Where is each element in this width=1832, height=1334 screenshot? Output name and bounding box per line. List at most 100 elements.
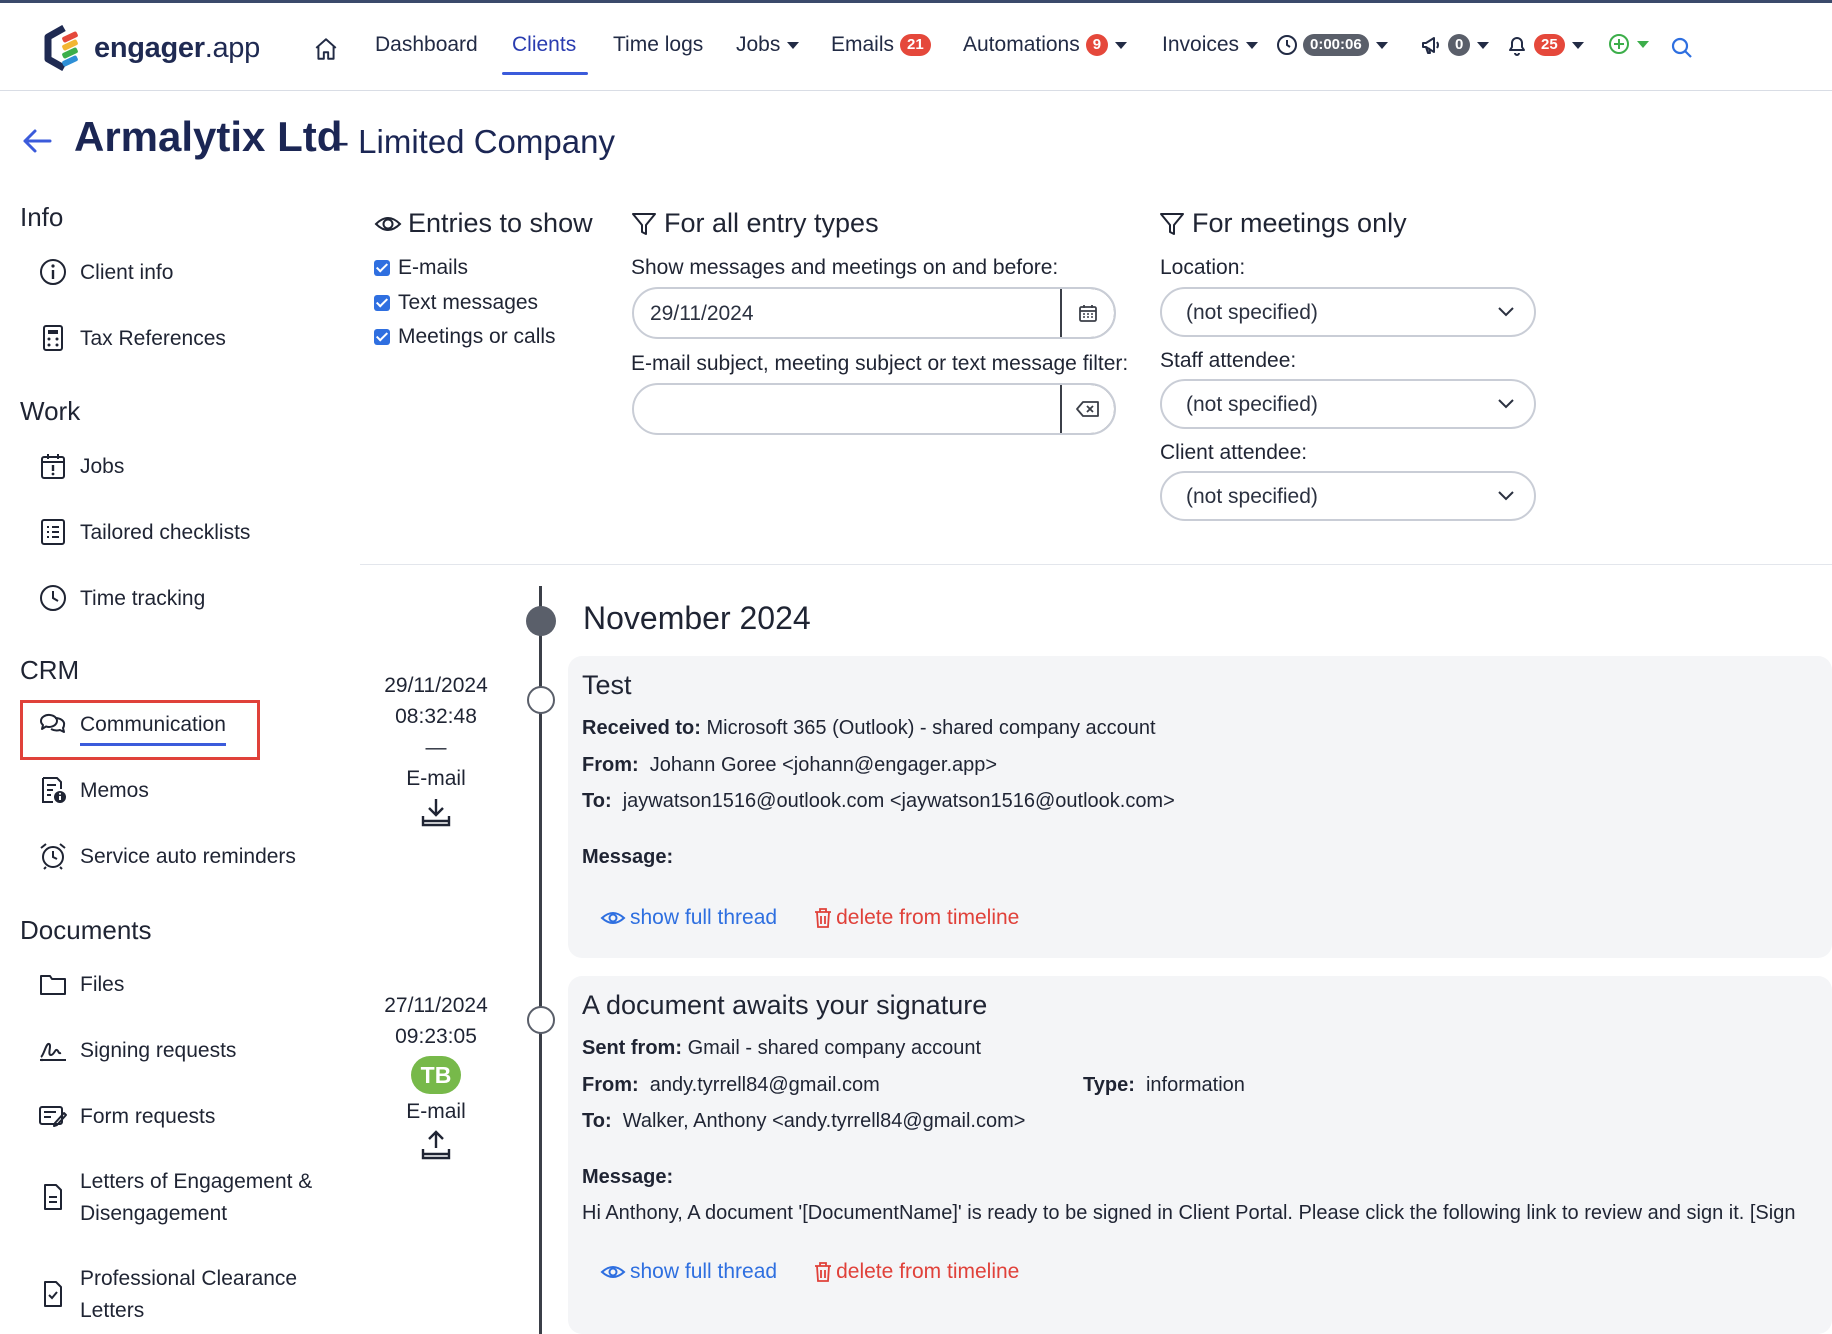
nav-automations-dropdown[interactable]: Automations 9 — [963, 33, 1128, 57]
date-filter-input[interactable]: 29/11/2024 — [634, 289, 1060, 337]
trash-icon — [815, 1262, 832, 1282]
nav-time-logs[interactable]: Time logs — [613, 33, 703, 57]
sidebar-item-form-requests[interactable]: Form requests — [38, 1101, 215, 1133]
sidebar-item-label: Letters of Engagement & Disengagement — [80, 1170, 313, 1225]
show-full-thread-link[interactable]: show full thread — [600, 906, 777, 930]
sidebar-item-tax-references[interactable]: Tax References — [38, 323, 226, 355]
sidebar-item-communication[interactable]: Communication — [38, 709, 226, 741]
nav-invoices-dropdown[interactable]: Invoices — [1162, 33, 1259, 57]
home-icon[interactable] — [313, 36, 339, 62]
calendar-alert-icon — [41, 454, 65, 479]
nav-dashboard[interactable]: Dashboard — [375, 33, 478, 57]
nav-timer-dropdown[interactable]: 0:00:06 — [1275, 33, 1388, 57]
sidebar-heading-documents: Documents — [20, 915, 152, 945]
memo-info-icon — [42, 777, 66, 803]
entry-date: 27/11/2024 — [384, 994, 488, 1017]
show-full-thread-link[interactable]: show full thread — [600, 1260, 777, 1284]
chevron-down-icon — [1375, 41, 1388, 49]
meetings-checkbox[interactable]: Meetings or calls — [374, 325, 556, 349]
alarm-clock-icon — [40, 843, 66, 870]
chevron-down-icon — [1498, 307, 1514, 317]
location-select[interactable]: (not specified) — [1160, 287, 1536, 337]
sidebar-item-label: Service auto reminders — [80, 845, 296, 868]
type-row: Type: information — [1083, 1074, 1245, 1096]
nav-emails[interactable]: Emails 21 — [831, 33, 931, 57]
checkbox-checked[interactable] — [374, 329, 390, 345]
subject-filter-group — [632, 383, 1116, 435]
sidebar-item-letters-of-engagement[interactable]: Letters of Engagement & Disengagement — [38, 1166, 312, 1230]
timer-badge: 0:00:06 — [1303, 34, 1369, 56]
sidebar-item-jobs[interactable]: Jobs — [38, 451, 124, 483]
delete-from-timeline-link[interactable]: delete from timeline — [813, 1260, 1019, 1284]
filter-icon — [1160, 212, 1184, 235]
top-navbar: engager.app Dashboard Clients Time logs … — [0, 0, 1832, 91]
trash-icon — [815, 908, 832, 928]
filter-icon — [632, 212, 656, 235]
sidebar-item-label: Files — [80, 973, 125, 996]
eye-icon — [374, 216, 402, 231]
sidebar-item-label: Tailored checklists — [80, 521, 251, 544]
checklist-icon — [41, 519, 65, 545]
checkbox-checked[interactable] — [374, 295, 390, 311]
emails-checkbox[interactable]: E-mails — [374, 256, 468, 280]
avatar: TB — [411, 1056, 461, 1094]
nav-announcements-dropdown[interactable]: 0 — [1420, 33, 1490, 57]
chevron-down-icon — [1477, 41, 1490, 49]
clear-filter-button[interactable] — [1060, 385, 1114, 433]
back-arrow-icon[interactable] — [20, 124, 54, 158]
automations-count-badge: 9 — [1085, 34, 1109, 56]
sidebar-item-memos[interactable]: Memos — [38, 775, 149, 807]
active-item-underline — [80, 743, 226, 746]
bell-icon — [1509, 37, 1525, 56]
sidebar-item-tailored-checklists[interactable]: Tailored checklists — [38, 517, 250, 549]
to-row: To: jaywatson1516@outlook.com <jaywatson… — [582, 790, 1175, 812]
eye-icon — [600, 912, 626, 924]
nav-clients[interactable]: Clients — [512, 33, 576, 57]
nav-create-dropdown[interactable] — [1608, 33, 1649, 55]
staff-attendee-select[interactable]: (not specified) — [1160, 379, 1536, 429]
chevron-down-icon — [1571, 41, 1584, 49]
sidebar-item-time-tracking[interactable]: Time tracking — [38, 583, 205, 615]
calendar-button[interactable] — [1060, 289, 1114, 337]
client-attendee-select[interactable]: (not specified) — [1160, 471, 1536, 521]
chat-bubbles-icon — [39, 713, 66, 733]
search-icon[interactable] — [1670, 36, 1694, 60]
delete-from-timeline-link[interactable]: delete from timeline — [813, 906, 1019, 930]
sidebar-item-service-auto-reminders[interactable]: Service auto reminders — [38, 841, 296, 873]
nav-notifications-dropdown[interactable]: 25 — [1506, 33, 1584, 57]
received-to-row: Received to: Microsoft 365 (Outlook) - s… — [582, 717, 1156, 739]
entry-type: E-mail — [406, 1100, 466, 1123]
checkbox-checked[interactable] — [374, 260, 390, 276]
logo[interactable]: engager.app — [42, 25, 260, 71]
sidebar-item-label: Client info — [80, 261, 174, 284]
entries-to-show-heading: Entries to show — [374, 208, 593, 239]
page-subtitle: - Limited Company — [338, 123, 615, 160]
sidebar-item-label: Form requests — [80, 1105, 216, 1128]
sidebar-heading-work: Work — [20, 396, 81, 426]
nav-jobs-dropdown[interactable]: Jobs — [736, 33, 800, 57]
text-messages-checkbox[interactable]: Text messages — [374, 291, 538, 315]
page-title: Armalytix Ltd — [74, 113, 343, 160]
timeline-entry-marker — [527, 686, 555, 714]
timeline-entry-meta: 29/11/2024 08:32:48 — E-mail — [366, 670, 506, 830]
sidebar-item-label: Time tracking — [80, 587, 206, 610]
sidebar-heading-info: Info — [20, 202, 64, 232]
document-check-icon — [44, 1281, 62, 1307]
sidebar-item-files[interactable]: Files — [38, 969, 124, 1001]
clock-icon — [1277, 35, 1297, 55]
form-edit-icon — [39, 1106, 67, 1127]
chevron-down-icon — [1498, 399, 1514, 409]
inbox-download-icon — [421, 799, 451, 827]
sidebar-item-professional-clearance[interactable]: Professional Clearance Letters — [38, 1263, 297, 1327]
subject-filter-input[interactable] — [634, 385, 1060, 433]
folder-icon — [40, 975, 66, 995]
sidebar-item-signing-requests[interactable]: Signing requests — [38, 1035, 236, 1067]
subject-filter-label: E-mail subject, meeting subject or text … — [631, 352, 1129, 375]
sidebar-item-label: Jobs — [80, 455, 125, 478]
nav-active-underline — [502, 72, 588, 75]
entry-type: E-mail — [406, 767, 466, 790]
sidebar-item-label: Signing requests — [80, 1039, 237, 1062]
for-all-entry-types-heading: For all entry types — [630, 208, 879, 239]
calculator-icon — [43, 325, 63, 351]
sidebar-item-client-info[interactable]: Client info — [38, 257, 173, 289]
